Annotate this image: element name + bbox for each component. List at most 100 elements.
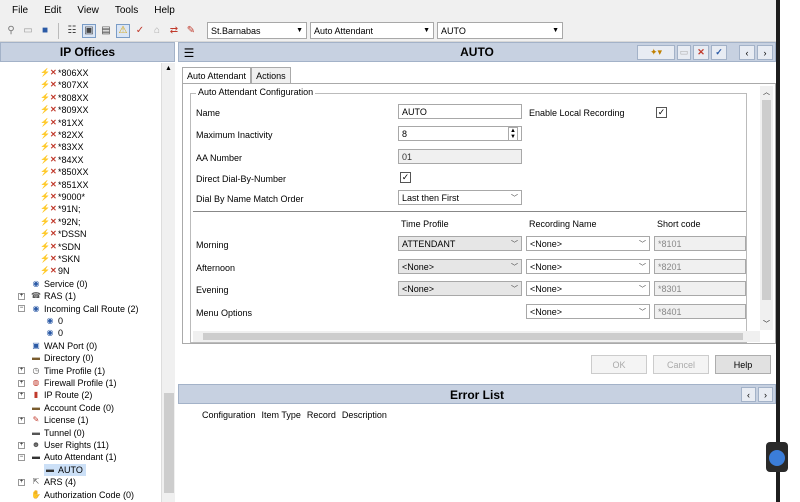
save-icon[interactable]: ■ [38,24,52,38]
tree-item[interactable]: ⚡✕ *92N; [40,216,81,228]
tree-expand-toggle[interactable]: + [18,292,25,300]
tree-expand-toggle[interactable]: + [18,379,25,387]
tree-item[interactable]: ⚡✕ *83XX [40,141,84,153]
tree-expand-toggle[interactable]: + [18,416,25,424]
enable-recording-checkbox[interactable]: ✓ [656,107,667,118]
evening-time-profile-select[interactable]: <None> ﹀ [398,281,522,296]
validate-icon[interactable]: ✓ [133,24,147,38]
chevron-up-icon[interactable]: ︿ [763,87,770,97]
tree-item[interactable]: ⚡✕ *81XX [40,117,84,129]
tree-item[interactable]: ☎ RAS (1) [30,290,76,302]
tab-auto-attendant[interactable]: Auto Attendant [182,67,252,84]
tree-item[interactable]: ⚡✕ 9N [40,265,70,277]
tree-item[interactable]: ▬ Tunnel (0) [30,427,85,439]
list-view-icon[interactable]: ▤ [99,24,113,38]
tree-scrollbar[interactable]: ▲ [161,63,175,502]
delete-icon[interactable]: ✕ [693,45,709,60]
afternoon-time-profile-select[interactable]: <None> ﹀ [398,259,522,274]
tree-item[interactable]: ⚡✕ *851XX [40,179,89,191]
tree-item[interactable]: ⚡✕ *850XX [40,166,89,178]
chevron-down-icon[interactable]: ﹀ [763,319,770,329]
tree-item[interactable]: ⇱ ARS (4) [30,476,76,488]
tree-item[interactable]: ◉ Incoming Call Route (2) [30,303,139,315]
previous-icon[interactable]: ‹ [741,387,756,402]
form-horizontal-scrollbar[interactable] [193,331,760,342]
tree-item[interactable]: ▬ Account Code (0) [30,402,114,414]
export-icon[interactable]: ▭ [677,45,691,60]
form-vertical-scrollbar[interactable]: ︿ ﹀ [760,86,773,330]
tree-item[interactable]: ◍ Firewall Profile (1) [30,377,117,389]
morning-time-profile-select[interactable]: ATTENDANT ﹀ [398,236,522,251]
max-inactivity-stepper[interactable]: 8 ▲ ▼ [398,126,522,141]
tree-item[interactable]: ☻ User Rights (11) [30,439,109,451]
tree-item[interactable]: ⚡✕ *82XX [40,129,84,141]
name-input[interactable]: AUTO [398,104,522,119]
side-widget[interactable] [766,442,788,472]
detail-view-icon[interactable]: ▣ [82,23,96,38]
col-configuration[interactable]: Configuration [202,410,256,420]
tree-view-icon[interactable]: ☷ [65,24,79,38]
tree-scroll-thumb[interactable] [164,393,174,493]
check-icon[interactable]: ✓ [711,45,727,60]
col-record[interactable]: Record [307,410,336,420]
new-item-dropdown[interactable]: ✦▾ [637,45,675,60]
spin-icon[interactable]: ▲ ▼ [508,126,518,141]
tree-item[interactable]: ⚡✕ *SDN [40,241,81,253]
tree-expand-toggle[interactable]: + [18,441,25,449]
tree-item[interactable]: ⚡✕ *809XX [40,104,89,116]
direct-dial-checkbox[interactable]: ✓ [400,172,411,183]
config-tree[interactable]: ⚡✕ *806XX ⚡✕ *807XX ⚡✕ *808XX ⚡✕ *809XX ⚡✕ *81XX ⚡… [0,63,175,502]
tree-item[interactable]: ✋ Authorization Code (0) [30,489,134,501]
tree-item[interactable]: ▬ Auto Attendant (1) [30,451,117,463]
tree-item[interactable]: ◷ Time Profile (1) [30,365,106,377]
morning-recording-select[interactable]: <None> ﹀ [526,236,650,251]
tree-item[interactable]: ⚡✕ *807XX [40,79,89,91]
tree-item[interactable]: ⚡✕ *84XX [40,154,84,166]
item-select[interactable]: AUTO ▼ [437,22,563,39]
help-button[interactable]: Help [715,355,771,374]
ok-button[interactable]: OK [591,355,647,374]
open-icon[interactable]: ▭ [21,24,35,38]
tree-item[interactable]: ▮ IP Route (2) [30,389,93,401]
menu-edit[interactable]: Edit [36,5,69,16]
menu-view[interactable]: View [69,5,107,16]
col-item-type[interactable]: Item Type [262,410,301,420]
tree-item[interactable]: ◉ 0 [44,315,64,327]
cancel-button[interactable]: Cancel [653,355,709,374]
col-description[interactable]: Description [342,410,387,420]
tree-item[interactable]: ▣ WAN Port (0) [30,340,97,352]
tree-expand-toggle[interactable]: + [18,367,25,375]
tree-expand-toggle[interactable]: − [18,305,25,313]
previous-icon[interactable]: ‹ [739,45,755,60]
tree-item[interactable]: ⚡✕ *9000* [40,191,85,203]
evening-recording-select[interactable]: <None> ﹀ [526,281,650,296]
tree-item[interactable]: ▬ AUTO [44,463,86,476]
new-icon[interactable]: ✎ [184,24,198,38]
form-vscroll-thumb[interactable] [762,100,771,300]
tree-item[interactable]: ◉ 0 [44,327,64,339]
tree-expand-toggle[interactable]: − [18,453,25,461]
tree-item[interactable]: ⚡✕ *806XX [40,67,89,79]
tree-item[interactable]: ⚡✕ *DSSN [40,228,87,240]
next-icon[interactable]: › [758,387,773,402]
tree-expand-toggle[interactable]: + [18,391,25,399]
menu-file[interactable]: File [4,5,36,16]
swap-icon[interactable]: ⇄ [167,24,181,38]
next-icon[interactable]: › [757,45,773,60]
tree-item[interactable]: ▬ Directory (0) [30,352,94,364]
tab-actions[interactable]: Actions [251,67,291,83]
menu-options-recording-select[interactable]: <None> ﹀ [526,304,650,319]
dial-order-select[interactable]: Last then First ﹀ [398,190,522,205]
menu-help[interactable]: Help [146,5,183,16]
menu-tools[interactable]: Tools [107,5,146,16]
connect-icon[interactable]: ⚲ [4,24,18,38]
chevron-up-icon[interactable]: ▲ [165,65,172,72]
tree-expand-toggle[interactable]: + [18,478,25,486]
tree-item[interactable]: ⚡✕ *808XX [40,92,89,104]
location-select[interactable]: St.Barnabas ▼ [207,22,307,39]
afternoon-recording-select[interactable]: <None> ﹀ [526,259,650,274]
tree-item[interactable]: ◉ Service (0) [30,278,88,290]
warning-icon[interactable]: ⚠ [116,23,130,38]
tree-item[interactable]: ✎ License (1) [30,414,89,426]
form-hscroll-thumb[interactable] [203,333,743,340]
